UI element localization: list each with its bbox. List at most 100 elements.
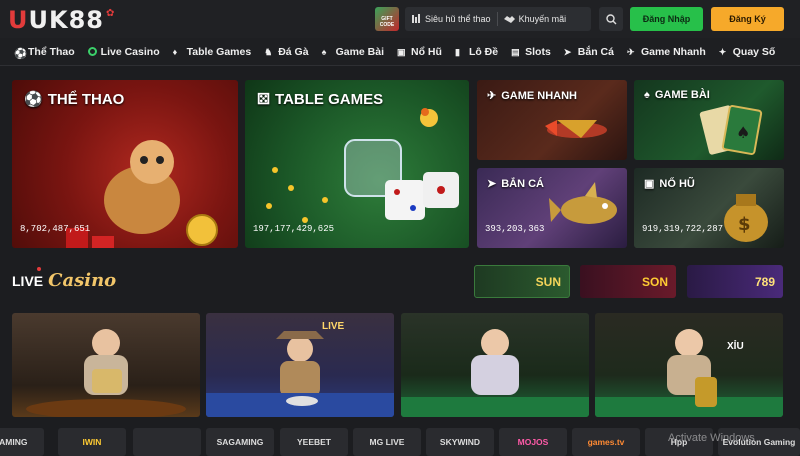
nav-item-slots[interactable]: ▤ Slots <box>511 46 551 58</box>
slot-machine-icon: ▤ <box>511 46 520 57</box>
live-casino-heading: LIVE Casino <box>12 267 117 291</box>
provider-logo[interactable]: GAMING <box>0 428 44 456</box>
svg-text:$: $ <box>738 214 751 235</box>
nav-label: Table Games <box>186 45 252 58</box>
live-title-prefix: LIVE <box>12 273 44 289</box>
provider-label: GAMING <box>0 437 28 447</box>
login-button[interactable]: Đăng Nhập <box>630 7 703 31</box>
provider-logo[interactable]: SAGAMING <box>206 428 274 456</box>
search-button[interactable] <box>599 7 623 31</box>
brand-label: SON <box>641 274 668 289</box>
jackpot-sports-label: Siêu hũ thể thao <box>425 14 491 24</box>
dealer-image <box>401 329 589 417</box>
fish-icon: ➤ <box>563 46 572 57</box>
nav-item-game-bai[interactable]: ♠ Game Bài <box>322 46 384 58</box>
brand-tab-sun[interactable]: SUN <box>474 265 570 298</box>
provider-label: SKYWIND <box>439 437 481 447</box>
top-links: Siêu hũ thể thao Khuyến mãi <box>405 7 591 31</box>
main-nav: ⚽ Thể Thao Live Casino ♦ Table Games ♞ Đá G… <box>0 38 800 66</box>
brand-tab-789[interactable]: 789 <box>687 265 783 298</box>
sports-icon: ⚽ <box>14 47 28 60</box>
provider-label: IWIN <box>82 437 102 447</box>
nav-item-ban-ca[interactable]: ➤ Bắn Cá <box>564 46 614 58</box>
register-button[interactable]: Đăng Ký <box>711 7 784 31</box>
provider-label: MG LIVE <box>369 437 405 447</box>
flower-icon: ✿ <box>105 8 116 19</box>
live-dot-icon <box>37 267 41 271</box>
rooster-icon: ♞ <box>264 46 273 57</box>
provider-label: MOJOS <box>517 437 549 447</box>
table-games-icon: ♦ <box>172 46 178 57</box>
jackpot-counter: 919,319,722,287 <box>642 224 724 234</box>
tile-game-nhanh[interactable]: ✈ GAME NHANH <box>477 80 627 160</box>
provider-logo[interactable]: SKYWIND <box>426 428 494 456</box>
shark-image <box>549 182 617 224</box>
cards-icon: ♠ <box>321 46 327 57</box>
tile-ban-ca[interactable]: ➤ BẮN CÁ 393,203,363 <box>477 168 627 248</box>
provider-logo[interactable]: games.tv <box>572 428 640 456</box>
nav-label: Lô Đề <box>468 45 499 58</box>
dealer-image <box>595 329 783 417</box>
gift-code-label: GIFT CODE <box>379 16 395 28</box>
provider-label: YEEBET <box>296 437 331 447</box>
lottery-icon: ▮ <box>454 46 460 57</box>
provider-logo[interactable]: YEEBET <box>280 428 348 456</box>
provider-logo[interactable]: MOJOS <box>499 428 567 456</box>
live-game-card[interactable] <box>401 313 589 417</box>
nav-item-lo-de[interactable]: ▮ Lô Đề <box>455 46 498 58</box>
promotions-label: Khuyến mãi <box>518 14 567 24</box>
jackpot-counter: 197,177,429,625 <box>253 224 335 234</box>
brand-tab-son[interactable]: SON <box>580 265 676 298</box>
nav-label: Đá Gà <box>278 45 309 58</box>
provider-label: SAGAMING <box>216 437 264 447</box>
nav-item-table-games[interactable]: ♦ Table Games <box>173 46 252 58</box>
logo-text: UK88 <box>28 6 104 34</box>
live-game-card[interactable]: LIVE <box>206 313 394 417</box>
nav-item-da-ga[interactable]: ♞ Đá Gà <box>264 46 308 58</box>
tile-table-games[interactable]: ⚄ TABLE GAMES 197,177,429,625 <box>245 80 469 248</box>
dealer-image <box>26 329 186 417</box>
nav-label: Game Bài <box>335 45 385 58</box>
mascot-horse-image <box>66 140 218 248</box>
nav-label: Quay Số <box>732 45 776 58</box>
airplane-image <box>545 120 607 138</box>
nav-item-game-nhanh[interactable]: ✈ Game Nhanh <box>627 46 706 58</box>
provider-logo[interactable]: MG LIVE <box>353 428 421 456</box>
nav-item-the-thao[interactable]: ⚽ Thể Thao <box>14 45 75 60</box>
dealer-image <box>206 331 394 417</box>
game-live-label: LIVE <box>322 321 345 332</box>
live-title-script: Casino <box>48 270 117 291</box>
jar-icon: ▣ <box>397 46 406 57</box>
live-game-card[interactable]: XỈU <box>595 313 783 417</box>
nav-item-no-hu[interactable]: ▣ Nổ Hũ <box>397 46 442 58</box>
top-header: UUK88 ✿ GIFT CODE Siêu hũ thể thao Khuyến… <box>0 0 800 38</box>
rocket-icon: ✈ <box>626 46 635 57</box>
provider-logo[interactable]: IWIN <box>58 428 126 456</box>
jackpot-sports-link[interactable]: Siêu hũ thể thao <box>405 14 497 24</box>
nav-label: Slots <box>525 45 551 58</box>
promotions-link[interactable]: Khuyến mãi <box>498 14 573 24</box>
tile-the-thao[interactable]: ⚽ THỂ THAO 8,702,487,651 <box>12 80 238 248</box>
site-logo[interactable]: UUK88 ✿ <box>8 6 116 34</box>
handshake-icon <box>503 16 515 23</box>
nav-label: Thể Thao <box>28 45 75 58</box>
brand-label: SUN <box>535 274 561 289</box>
activation-watermark: Activate Windows <box>668 432 755 444</box>
svg-text:♠: ♠ <box>736 123 750 142</box>
nav-item-quay-so[interactable]: ✦ Quay Số <box>719 46 776 58</box>
tile-game-bai[interactable]: ♠ GAME BÀI ♠ <box>634 80 784 160</box>
provider-logo[interactable] <box>133 428 201 456</box>
nav-label: Game Nhanh <box>640 45 706 58</box>
sliders-icon <box>412 14 420 23</box>
jackpot-counter: 8,702,487,651 <box>20 224 91 234</box>
gift-code-button[interactable]: GIFT CODE <box>375 7 399 31</box>
brand-label: 789 <box>754 274 775 289</box>
search-icon <box>605 13 616 24</box>
dice-image <box>266 108 459 223</box>
tile-no-hu[interactable]: ▣ NỔ HŨ $ 919,319,722,287 <box>634 168 784 248</box>
nav-label: Live Casino <box>100 45 160 58</box>
nav-item-live-casino[interactable]: Live Casino <box>87 45 160 58</box>
game-xiu-label: XỈU <box>727 341 744 352</box>
playing-cards-image: ♠ <box>699 105 763 155</box>
live-game-card[interactable] <box>12 313 200 417</box>
